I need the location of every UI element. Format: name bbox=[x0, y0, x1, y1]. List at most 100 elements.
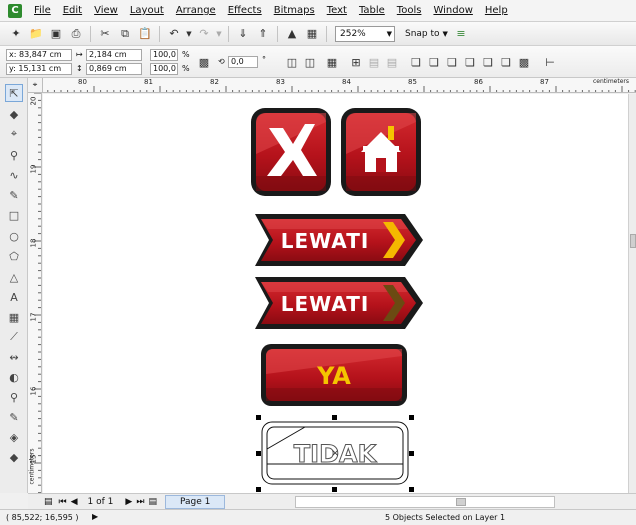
ruler-origin-icon[interactable]: ⌖ bbox=[28, 78, 43, 93]
selection-handle[interactable] bbox=[409, 451, 414, 456]
rotation-angle-field[interactable]: 0,0 bbox=[228, 56, 258, 68]
export-icon[interactable]: ⇑ bbox=[254, 25, 272, 43]
mirror-vertical-icon[interactable]: ◫ bbox=[301, 53, 319, 71]
rectangle-tool-icon[interactable]: □ bbox=[5, 206, 23, 224]
paste-icon[interactable]: 📋 bbox=[136, 25, 154, 43]
horizontal-ruler[interactable]: 80 81 82 83 84 85 86 87 centimeters bbox=[28, 78, 636, 93]
selection-handle[interactable] bbox=[409, 415, 414, 420]
selection-handle[interactable] bbox=[256, 451, 261, 456]
menu-view[interactable]: View bbox=[88, 5, 124, 16]
application-launcher-icon[interactable]: ▲ bbox=[283, 25, 301, 43]
scrollbar-thumb[interactable] bbox=[630, 234, 636, 248]
group-icon[interactable]: ▦ bbox=[323, 53, 341, 71]
freehand-tool-icon[interactable]: ∿ bbox=[5, 166, 23, 184]
ruler-tick-label: 87 bbox=[540, 78, 549, 86]
last-page-icon[interactable]: ⏭ bbox=[136, 497, 144, 507]
width-field[interactable]: 2,184 cm bbox=[86, 49, 142, 61]
ellipse-tool-icon[interactable]: ○ bbox=[5, 227, 23, 245]
drawing-canvas[interactable]: LEWATI LEWATI YA TIDAK × bbox=[43, 94, 628, 493]
prev-page-icon[interactable]: ◀ bbox=[71, 497, 78, 507]
page-tab[interactable]: Page 1 bbox=[164, 494, 226, 509]
redo-dropdown-icon[interactable]: ▼ bbox=[215, 25, 223, 43]
front-minus-back-icon[interactable]: ❏ bbox=[479, 53, 497, 71]
shape-tool-icon[interactable]: ◆ bbox=[5, 105, 23, 123]
scrollbar-thumb[interactable] bbox=[456, 497, 467, 506]
menu-text[interactable]: Text bbox=[321, 5, 353, 16]
polygon-tool-icon[interactable]: ⬠ bbox=[5, 247, 23, 265]
vertical-scrollbar[interactable] bbox=[628, 94, 636, 493]
pick-tool-icon[interactable]: ⇱ bbox=[5, 84, 23, 102]
vertical-ruler[interactable]: 20 19 18 17 16 15 centimeters bbox=[28, 93, 42, 493]
y-position-field[interactable]: y: 15,131 cm bbox=[6, 63, 72, 75]
blend-tool-icon[interactable]: ◐ bbox=[5, 368, 23, 386]
eyedropper-tool-icon[interactable]: ⚲ bbox=[5, 388, 23, 406]
parallel-dimension-tool-icon[interactable]: ⟋ bbox=[5, 328, 23, 346]
menu-arrange[interactable]: Arrange bbox=[170, 5, 222, 16]
zoom-level-select[interactable]: 252% ▼ bbox=[335, 25, 395, 42]
zoom-tool-icon[interactable]: ⚲ bbox=[5, 146, 23, 164]
lock-ratio-icon[interactable]: ▩ bbox=[195, 53, 213, 71]
new-document-icon[interactable]: ✦ bbox=[7, 25, 25, 43]
selection-handle[interactable] bbox=[409, 487, 414, 492]
undo-dropdown-icon[interactable]: ▼ bbox=[185, 25, 193, 43]
weld-icon[interactable]: ❏ bbox=[407, 53, 425, 71]
menu-effects[interactable]: Effects bbox=[222, 5, 268, 16]
menu-table[interactable]: Table bbox=[353, 5, 391, 16]
next-page-icon[interactable]: ▶ bbox=[125, 497, 132, 507]
basic-shapes-tool-icon[interactable]: △ bbox=[5, 268, 23, 286]
home-button[interactable] bbox=[341, 108, 421, 196]
open-folder-icon[interactable]: 📁 bbox=[27, 25, 45, 43]
copy-icon[interactable]: ⧉ bbox=[116, 25, 134, 43]
print-icon[interactable]: ⎙ bbox=[67, 25, 85, 43]
selection-center-icon[interactable]: × bbox=[331, 448, 339, 459]
undo-icon[interactable]: ↶ bbox=[165, 25, 183, 43]
trim-icon[interactable]: ❏ bbox=[425, 53, 443, 71]
menu-help[interactable]: Help bbox=[479, 5, 514, 16]
connector-tool-icon[interactable]: ↭ bbox=[5, 348, 23, 366]
horizontal-scrollbar[interactable] bbox=[295, 495, 556, 508]
menu-file[interactable]: File bbox=[28, 5, 57, 16]
crop-tool-icon[interactable]: ⌖ bbox=[5, 125, 23, 143]
intersect-icon[interactable]: ❏ bbox=[443, 53, 461, 71]
chevron-down-icon[interactable]: ▼ bbox=[443, 30, 448, 38]
outline-pen-tool-icon[interactable]: ✎ bbox=[5, 408, 23, 426]
scale-width-field[interactable]: 100,0 bbox=[150, 49, 178, 61]
close-x-button[interactable] bbox=[251, 108, 331, 196]
simplify-icon[interactable]: ❏ bbox=[461, 53, 479, 71]
menu-tools[interactable]: Tools bbox=[391, 5, 428, 16]
align-distribute-icon[interactable]: ⊢ bbox=[541, 53, 559, 71]
redo-icon[interactable]: ↷ bbox=[195, 25, 213, 43]
snap-to-button[interactable]: Snap to bbox=[405, 29, 440, 39]
first-page-icon[interactable]: ⏮ bbox=[59, 497, 67, 507]
mirror-horizontal-icon[interactable]: ◫ bbox=[283, 53, 301, 71]
add-page-icon[interactable]: ▤ bbox=[148, 497, 157, 507]
scale-height-field[interactable]: 100,0 bbox=[150, 63, 178, 75]
fill-tool-icon[interactable]: ◈ bbox=[5, 428, 23, 446]
text-tool-icon[interactable]: A bbox=[5, 288, 23, 306]
welcome-screen-icon[interactable]: ▦ bbox=[303, 25, 321, 43]
save-icon[interactable]: ▣ bbox=[47, 25, 65, 43]
selection-handle[interactable] bbox=[332, 487, 337, 492]
height-field[interactable]: 0,869 cm bbox=[86, 63, 142, 75]
menu-bitmaps[interactable]: Bitmaps bbox=[268, 5, 321, 16]
expand-status-icon[interactable]: ▶ bbox=[92, 512, 98, 521]
selection-handle[interactable] bbox=[256, 487, 261, 492]
x-position-field[interactable]: x: 83,847 cm bbox=[6, 49, 72, 61]
selection-handle[interactable] bbox=[256, 415, 261, 420]
import-icon[interactable]: ⇓ bbox=[234, 25, 252, 43]
options-icon[interactable]: ≡ bbox=[452, 25, 470, 43]
cut-icon[interactable]: ✂ bbox=[96, 25, 114, 43]
menu-edit[interactable]: Edit bbox=[57, 5, 88, 16]
menu-window[interactable]: Window bbox=[427, 5, 478, 16]
back-minus-front-icon[interactable]: ❏ bbox=[497, 53, 515, 71]
boundary-icon[interactable]: ▩ bbox=[515, 53, 533, 71]
selection-handle[interactable] bbox=[332, 415, 337, 420]
ungroup-icon[interactable]: ⊞ bbox=[347, 53, 365, 71]
table-tool-icon[interactable]: ▦ bbox=[5, 308, 23, 326]
interactive-fill-tool-icon[interactable]: ◆ bbox=[5, 448, 23, 466]
smart-fill-tool-icon[interactable]: ✎ bbox=[5, 186, 23, 204]
menu-layout[interactable]: Layout bbox=[124, 5, 170, 16]
combine-icon[interactable]: ▤ bbox=[365, 53, 383, 71]
document-icon[interactable]: ▤ bbox=[44, 497, 53, 507]
break-apart-icon[interactable]: ▤ bbox=[383, 53, 401, 71]
